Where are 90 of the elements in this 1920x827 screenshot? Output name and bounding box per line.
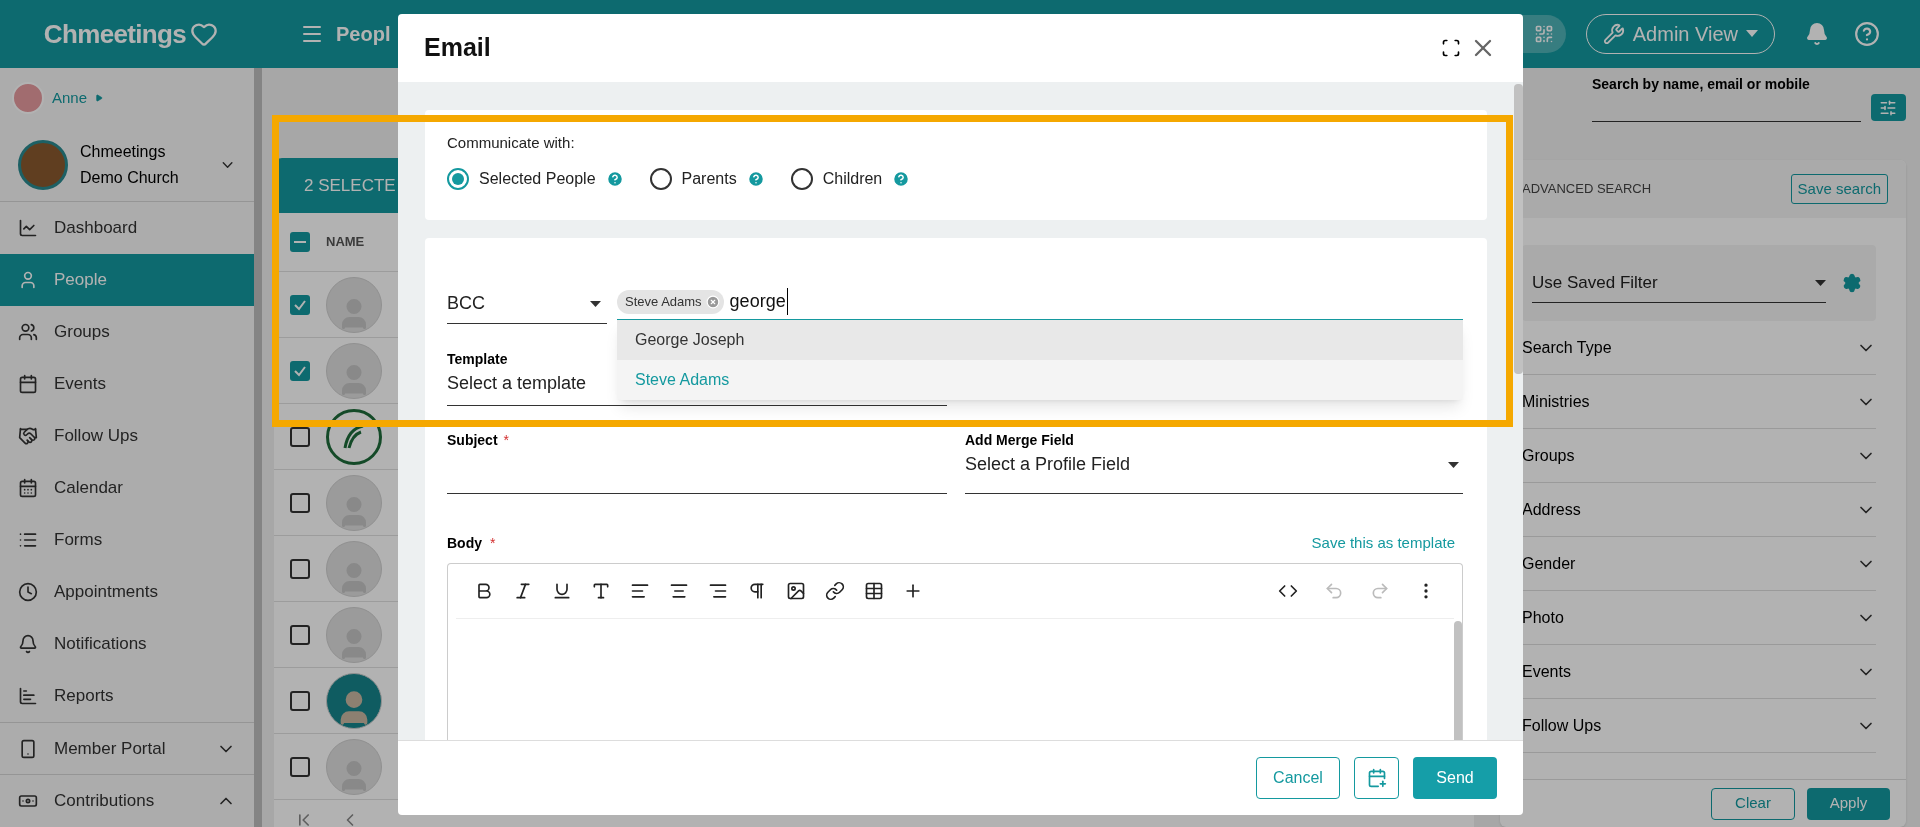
recipient-type-select[interactable]: BCC xyxy=(447,284,607,324)
filter-settings-button[interactable] xyxy=(1870,94,1906,121)
logo-heart-icon xyxy=(190,20,219,48)
column-header: NAME xyxy=(326,233,365,252)
saved-filter-select[interactable]: Use Saved Filter xyxy=(1532,263,1826,303)
image-icon[interactable] xyxy=(786,580,806,601)
row-checkbox[interactable] xyxy=(290,426,310,447)
logo-text: Chmeetings xyxy=(43,17,187,51)
help-icon[interactable] xyxy=(892,169,911,188)
sliders-icon xyxy=(1879,98,1898,117)
suggestion-item[interactable]: George Joseph xyxy=(617,320,1463,360)
caret-icon xyxy=(1448,461,1459,468)
help-icon[interactable] xyxy=(746,169,765,188)
typed-text: george xyxy=(729,288,788,315)
row-checkbox[interactable] xyxy=(290,558,310,579)
row-checkbox[interactable] xyxy=(290,624,310,645)
radio-label[interactable]: Children xyxy=(822,166,883,191)
page-title: Peopl xyxy=(336,22,391,47)
qr-code-icon xyxy=(1533,24,1554,44)
radio-label[interactable]: Selected People xyxy=(479,166,596,191)
line-chart-icon xyxy=(18,218,38,238)
scrollbar-thumb[interactable] xyxy=(1514,84,1523,374)
caret-icon xyxy=(1815,279,1826,286)
church-avatar xyxy=(18,139,68,190)
nav-item[interactable]: Contributions xyxy=(0,774,254,826)
caret-icon xyxy=(1746,30,1758,38)
bell-icon xyxy=(18,634,38,654)
bell-icon[interactable] xyxy=(1805,22,1829,46)
search-label: Search by name, email or mobile xyxy=(1592,75,1810,94)
clock-icon xyxy=(18,582,38,602)
nav-item[interactable]: Calendar xyxy=(0,462,254,514)
nav-item[interactable]: Notifications xyxy=(0,618,254,670)
nav-item[interactable]: Member Portal xyxy=(0,722,254,774)
dialog-title: Email xyxy=(424,32,491,64)
calendar-grid-icon xyxy=(18,478,38,498)
italic-icon[interactable] xyxy=(513,580,533,601)
search-field[interactable]: Search by name, email or mobile xyxy=(1592,74,1861,122)
list-icon xyxy=(18,530,38,550)
row-checkbox[interactable] xyxy=(290,294,310,315)
template-label: Template xyxy=(447,350,508,369)
schedule-button[interactable] xyxy=(1354,757,1399,799)
wrench-icon xyxy=(1602,23,1625,45)
merge-field-select[interactable]: Add Merge Field Select a Profile Field xyxy=(965,430,1463,494)
radio-button[interactable] xyxy=(447,167,469,190)
nav-item[interactable]: Follow Ups xyxy=(0,410,254,462)
link-icon[interactable] xyxy=(825,580,845,601)
help-icon[interactable] xyxy=(605,169,624,188)
people-icon xyxy=(18,322,38,342)
person-icon xyxy=(18,270,38,290)
radio-label[interactable]: Parents xyxy=(681,166,737,191)
nav-item[interactable]: Events xyxy=(0,358,254,410)
communicate-label: Communicate with: xyxy=(447,133,576,153)
cancel-button[interactable]: Cancel xyxy=(1256,757,1340,799)
required-mark: * xyxy=(503,431,510,450)
radio-button[interactable] xyxy=(790,167,813,190)
nav-item[interactable]: Dashboard xyxy=(0,202,254,254)
bar-chart-icon xyxy=(18,686,38,706)
table-icon[interactable] xyxy=(864,580,884,601)
caret-icon xyxy=(590,300,601,307)
user-avatar xyxy=(12,82,44,114)
caret-right-icon xyxy=(95,94,104,102)
body-label: Body xyxy=(447,533,482,553)
row-checkbox[interactable] xyxy=(290,756,310,777)
recipient-chip[interactable]: Steve Adams xyxy=(617,289,724,314)
template-select[interactable]: Select a template xyxy=(447,370,587,397)
calendar-plus-icon xyxy=(1366,768,1387,788)
phone-icon xyxy=(18,738,38,759)
remove-icon xyxy=(705,294,720,309)
church-name: Chmeetings Demo Church xyxy=(80,141,180,188)
nav-item[interactable]: Reports xyxy=(0,670,254,722)
subject-label: Subject xyxy=(447,431,498,450)
row-checkbox[interactable] xyxy=(290,360,310,381)
radio-button[interactable] xyxy=(649,167,672,190)
nav-item[interactable]: Groups xyxy=(0,306,254,358)
settings-icon[interactable] xyxy=(1842,273,1862,293)
required-mark: * xyxy=(490,533,496,553)
row-checkbox[interactable] xyxy=(290,492,310,513)
row-checkbox[interactable] xyxy=(290,690,310,711)
save-template-link[interactable]: Save this as template xyxy=(1311,532,1455,555)
header-checkbox[interactable] xyxy=(290,232,310,252)
handshake-icon xyxy=(18,426,38,446)
fullscreen-icon[interactable] xyxy=(1441,38,1461,58)
selection-count: 2 SELECTE xyxy=(304,174,396,197)
subject-field[interactable]: Subject * xyxy=(447,430,947,494)
nav-item[interactable]: Appointments xyxy=(0,566,254,618)
nav-item[interactable]: Forms xyxy=(0,514,254,566)
advanced-search-title: ADVANCED SEARCH xyxy=(1522,180,1652,199)
scrollbar-thumb[interactable] xyxy=(1454,620,1462,740)
calendar-icon xyxy=(18,374,38,394)
help-icon[interactable] xyxy=(1854,21,1880,47)
